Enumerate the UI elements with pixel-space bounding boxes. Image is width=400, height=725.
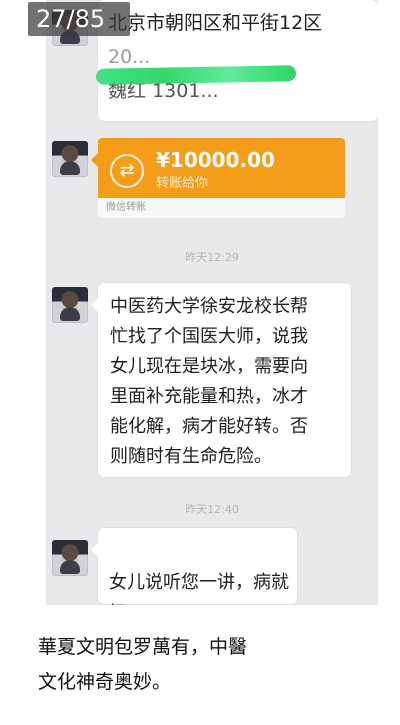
reply-text: 女儿说听您一讲，病就好 了 [109, 572, 289, 605]
caption-text: 華夏文明包罗萬有，中醫 文化神奇奥妙。 [38, 636, 248, 693]
image-counter: 27/85 [28, 2, 130, 36]
transfer-status: 转账给你 [156, 176, 209, 191]
swap-arrows-icon: ⇄ [110, 154, 144, 188]
transfer-footer: 微信转账 [98, 198, 345, 218]
chat-screenshot: 北京市朝阳区和平街12区 20... 魏红 1301... ⇄ ¥10000.0… [46, 0, 378, 605]
timestamp: 昨天12:29 [185, 251, 239, 264]
reply-bubble: 女儿说听您一讲，病就好 了👍👍👍 [91, 528, 297, 605]
avatar [52, 287, 88, 323]
address-line: 北京市朝阳区和平街12区 [108, 12, 323, 34]
transfer-amount: ¥10000.00 [156, 148, 275, 172]
message-bubble: 中医药大学徐安龙校长帮 忙找了个国医大师，说我 女儿现在是块冰，需要向 里面补充… [91, 283, 351, 477]
transfer-card[interactable]: ⇄ ¥10000.00 转账给你 微信转账 [91, 138, 345, 218]
timestamp: 昨天12:40 [185, 503, 239, 516]
address-message-bubble: 北京市朝阳区和平街12区 20... 魏红 1301... [91, 0, 378, 121]
avatar [52, 540, 88, 576]
screenshot-page: 27/85 北京市朝阳区和平街12区 20... 魏红 1301... ⇄ ¥1… [0, 0, 400, 725]
avatar [52, 141, 88, 177]
